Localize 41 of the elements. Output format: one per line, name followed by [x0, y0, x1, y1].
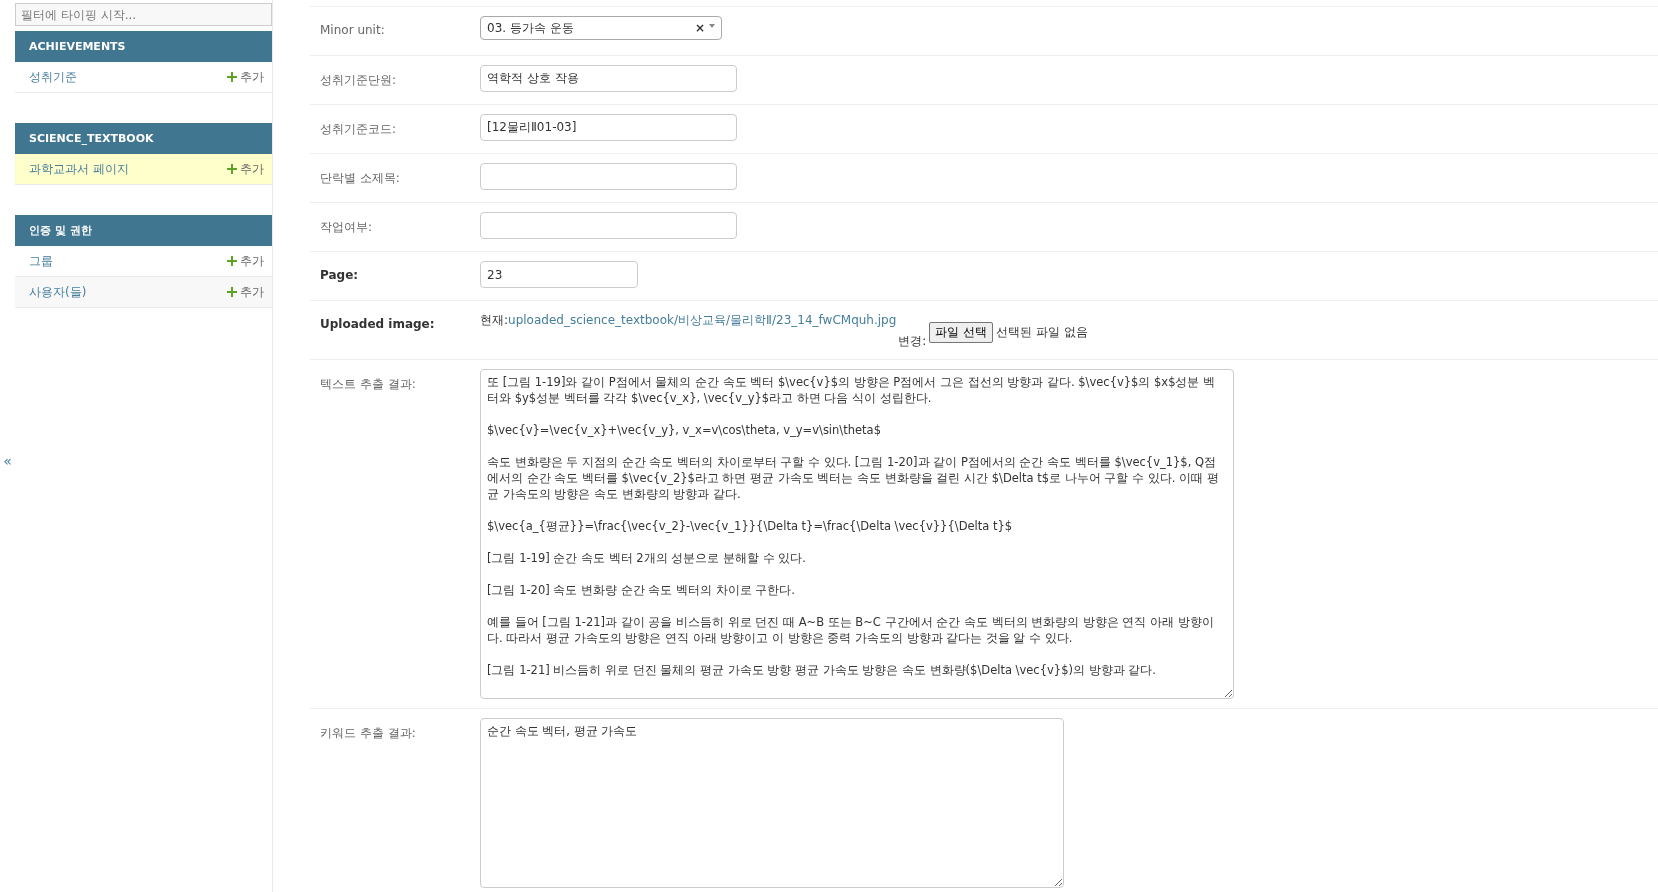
field-label: Minor unit:: [320, 22, 386, 37]
field-label: 단락별 소제목:: [320, 170, 401, 187]
file-status: 선택된 파일 없음: [996, 324, 1088, 341]
plus-icon: [227, 256, 237, 266]
text-field[interactable]: 역학적 상호 작용: [480, 65, 737, 92]
text-field[interactable]: [480, 163, 737, 190]
filter-field[interactable]: 필터에 타이핑 시작...: [15, 3, 272, 26]
field-label: Uploaded image:: [320, 316, 436, 331]
model-link[interactable]: 성취기준: [29, 68, 77, 86]
section-caption: ACHIEVEMENTS: [15, 31, 272, 62]
field-label: 텍스트 추출 결과:: [320, 376, 417, 393]
model-link[interactable]: 사용자(들): [29, 283, 87, 301]
section-caption: SCIENCE_TEXTBOOK: [15, 123, 272, 154]
file-link[interactable]: uploaded_science_textbook/비상교육/물리학Ⅱ/23_14_fwCMquh.jpg: [508, 312, 897, 329]
clear-button[interactable]: ×: [694, 21, 705, 35]
plus-icon: [227, 72, 237, 82]
add-link[interactable]: 추가: [227, 283, 264, 301]
model-link[interactable]: 그룹: [29, 252, 53, 270]
current-label: 현재:: [480, 312, 509, 329]
change-label: 변경:: [898, 333, 927, 350]
select-field[interactable]: 03. 등가속 운동 ×: [480, 16, 722, 40]
field-label: Page:: [320, 267, 360, 282]
plus-icon: [227, 164, 237, 174]
text-field[interactable]: [12물리Ⅱ01-03]: [480, 114, 737, 141]
section-caption: 인증 및 권한: [15, 215, 272, 246]
collapse-toggle[interactable]: «: [3, 453, 12, 469]
text-area[interactable]: 또 [그림 1-19]와 같이 P점에서 물체의 순간 속도 벡터 $\vec{v}$의 방향은 P점에서 그은 접선의 방향과 같다. $\vec{v}$의 $x$성분 벡터와 $y$성분 벡터를 각각 $\vec{v_x}, \vec{v_y}$라고 하면 다음 식이 성립한다. $\vec{v}=\vec{v_x}+\vec{v_y}, v_x=v\cos\theta, v_y=v\sin\theta$ 속도 변화량은 두 지점의 순간 속도 벡터의 차이로부터 구할 수 있다. [그림 1-20]과 같이 P점에서의 순간 속도 벡터를 $\vec{v_1}$, Q점에서의 순간 속도 벡터를 $\vec{v_2}$라고 하면 평균 가속도 벡터는 속도 변화량을 걸린 시간 $\Delta t$로 나누어 구할 수 있다. 이때 평균 가속도의 방향은 속도 변화량의 방향과 같다. $\vec{a_{평균}}=\frac{\vec{v_2}-\vec{v_1}}{\Delta t}=\frac{\Delta \vec{v}}{\Delta t}$ [그림 1-19] 순간 속도 벡터 2개의 성분으로 분해할 수 있다. [그림 1-20] 속도 변화량 순간 속도 벡터의 차이로 구한다. 예를 들어 [그림 1-21]과 같이 공을 비스듬히 위로 던진 때 A~B 또는 B~C 구간에서 순간 속도 벡터의 변화량의 방향은 연직 아래 방향이다. 따라서 평균 가속도의 방향은 연직 아래 방향이고 이 방향은 중력 가속도의 방향과 같다는 것을 알 수 있다. [그림 1-21] 비스듬히 위로 던진 물체의 평균 가속도 방향 평균 가속도 방향은 속도 변화량($\Delta \vec{v}$)의 방향과 같다.: [480, 369, 1234, 699]
text-area[interactable]: 순간 속도 벡터, 평균 가속도: [480, 718, 1064, 888]
choose-file-button[interactable]: 파일 선택: [929, 322, 994, 343]
field-label: 성취기준코드:: [320, 121, 398, 138]
add-link[interactable]: 추가: [227, 252, 264, 270]
add-link[interactable]: 추가: [227, 160, 264, 178]
field-label: 키워드 추출 결과:: [320, 725, 417, 742]
model-link[interactable]: 과학교과서 페이지: [29, 160, 129, 178]
caret-icon: [709, 24, 715, 28]
field-label: 작업여부:: [320, 219, 374, 236]
text-field[interactable]: 23: [480, 261, 638, 288]
plus-icon: [227, 287, 237, 297]
add-link[interactable]: 추가: [227, 68, 264, 86]
text-field[interactable]: [480, 212, 737, 239]
field-label: 성취기준단원:: [320, 72, 398, 89]
